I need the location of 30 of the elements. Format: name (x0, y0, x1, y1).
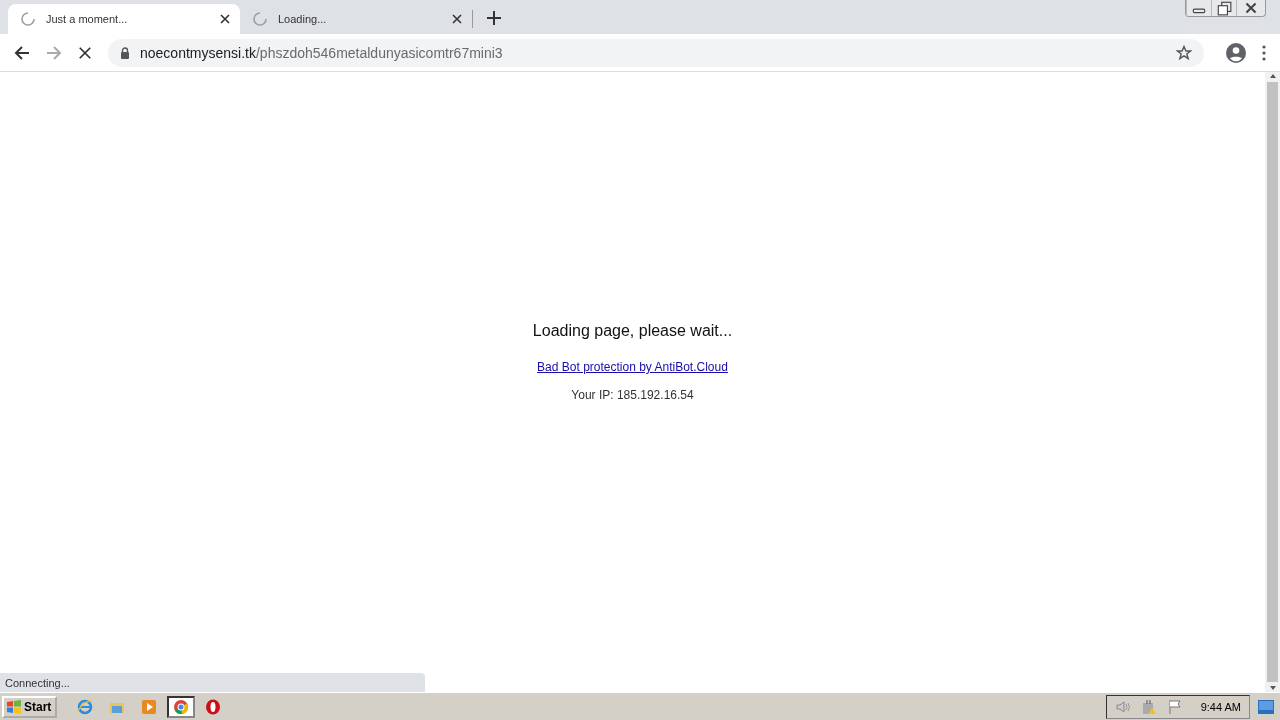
media-player-icon (141, 698, 158, 715)
star-icon[interactable] (1176, 44, 1192, 61)
status-bubble: Connecting... (0, 673, 425, 692)
loading-spinner-icon (252, 11, 268, 27)
show-desktop-icon[interactable] (1258, 699, 1274, 714)
opera-icon (205, 698, 222, 715)
lock-icon (120, 46, 130, 59)
account-icon[interactable] (1226, 42, 1246, 63)
new-tab-icon[interactable] (487, 11, 501, 25)
scrollbar[interactable] (1265, 72, 1280, 692)
stop-icon[interactable] (78, 45, 92, 60)
start-button[interactable]: Start (2, 695, 58, 718)
menu-icon[interactable] (1262, 44, 1266, 61)
loading-spinner-icon (20, 11, 36, 27)
browser-tab[interactable]: Loading... (240, 4, 472, 34)
address-bar[interactable]: noecontmysensi.tk/phszdoh546metaldunyasicomtr67mini3 (108, 38, 1204, 67)
chrome-icon (173, 698, 190, 715)
close-icon[interactable] (452, 14, 462, 24)
browser-tab[interactable]: Just a moment... (8, 4, 240, 34)
flag-icon[interactable] (1166, 698, 1183, 715)
ip-address-text: Your IP: 185.192.16.54 (571, 388, 694, 402)
close-icon[interactable] (220, 14, 230, 24)
clock[interactable]: 9:44 AM (1200, 700, 1241, 713)
browser-e-icon (77, 698, 94, 715)
url-text: noecontmysensi.tk/phszdoh546metaldunyasicomtr67mini3 (140, 44, 503, 61)
loading-message: Loading page, please wait... (532, 322, 733, 340)
protection-link[interactable]: Bad Bot protection by AntiBot.Cloud (537, 360, 728, 374)
taskbar-app[interactable] (167, 695, 196, 718)
windows-logo-icon (6, 698, 22, 715)
back-icon[interactable] (14, 44, 30, 61)
